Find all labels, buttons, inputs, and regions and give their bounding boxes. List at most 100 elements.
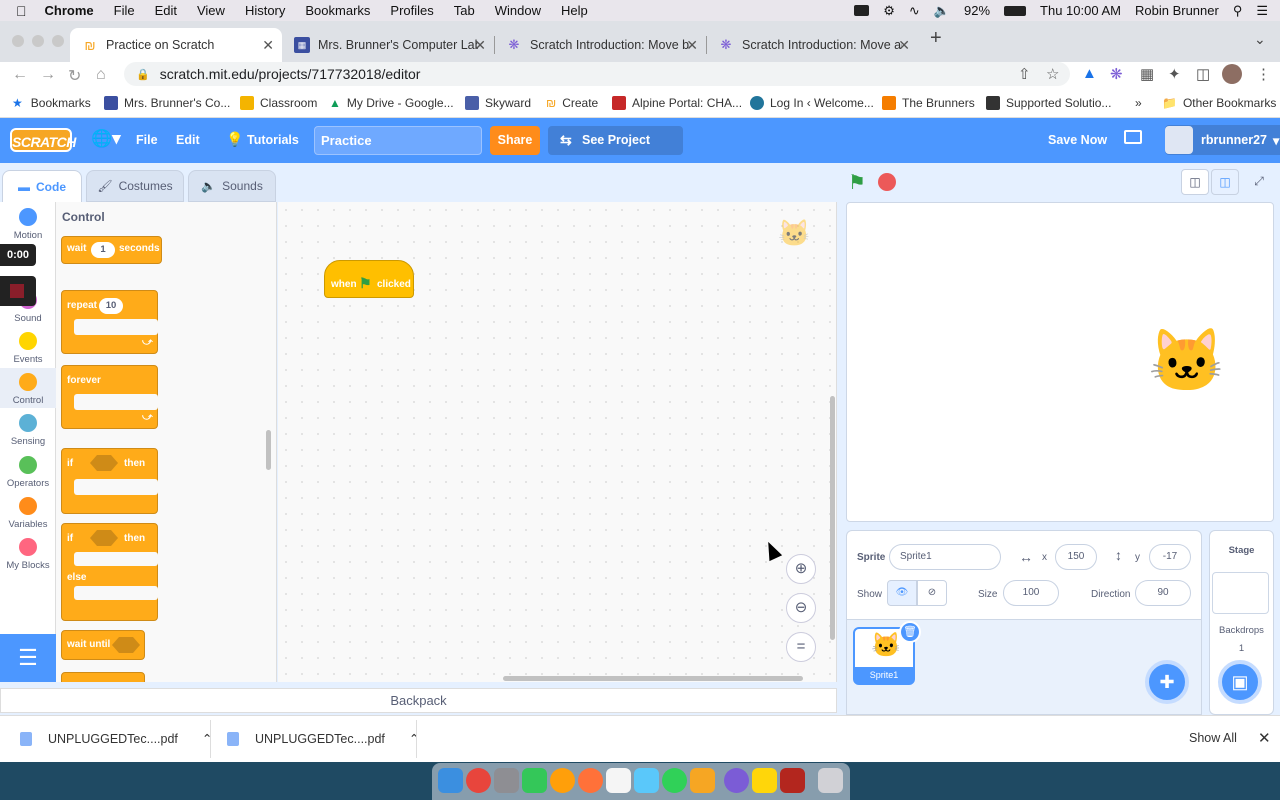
profile-avatar[interactable] — [1222, 64, 1242, 84]
block-forever[interactable]: forever ⤻ — [61, 365, 158, 429]
bookmark-other-bookmarks[interactable]: 📁 Other Bookmarks — [1162, 96, 1276, 110]
facetime-icon[interactable] — [522, 768, 547, 793]
address-bar[interactable]: 🔒 scratch.mit.edu/projects/717732018/edi… — [124, 62, 1070, 86]
cat-sprite-icon[interactable]: 🐱 — [1148, 325, 1225, 398]
bookmark-star-icon[interactable]: ☆ — [1046, 65, 1059, 83]
bookmark-supported-solutions[interactable]: Supported Solutio... — [986, 96, 1111, 110]
code-workspace[interactable]: when ⚑ clicked 🐱 ⊕ ⊖ = — [278, 202, 837, 682]
condition-slot[interactable] — [112, 637, 140, 653]
preview-icon[interactable] — [634, 768, 659, 793]
show-visible-button[interactable]: 👁 — [887, 580, 917, 606]
battery-percent[interactable]: 92% — [964, 3, 990, 18]
category-motion[interactable]: Motion — [0, 208, 56, 241]
menu-edit-scratch[interactable]: Edit — [176, 133, 200, 147]
scratch-extension-icon[interactable]: ❋ — [1110, 65, 1123, 83]
normal-stage-button[interactable]: ◫ — [1211, 169, 1239, 195]
chrome-icon[interactable] — [466, 768, 491, 793]
url-text[interactable]: scratch.mit.edu/projects/717732018/edito… — [160, 66, 421, 82]
stickies-icon[interactable] — [752, 768, 777, 793]
tab-computer-lab[interactable]: ▦ Mrs. Brunner's Computer Lab ✕ — [282, 28, 494, 62]
close-tab-icon[interactable]: ✕ — [262, 37, 274, 54]
download-item[interactable]: UNPLUGGEDTec....pdf ⌃ — [20, 731, 212, 746]
lock-icon[interactable]: 🔒 — [136, 68, 150, 81]
launchpad-icon[interactable] — [494, 768, 519, 793]
gear-status-icon[interactable]: ⚙ — [883, 3, 895, 19]
scratch-sun-app-icon[interactable] — [724, 768, 749, 793]
category-operators[interactable]: Operators — [0, 456, 56, 489]
spotlight-search-icon[interactable]: ⚲ — [1233, 3, 1243, 19]
bookmark-classroom[interactable]: Classroom — [240, 96, 317, 110]
add-extension-button[interactable]: ☰ — [0, 634, 56, 682]
category-my-blocks[interactable]: My Blocks — [0, 538, 56, 571]
full-screen-button[interactable]: ⤢ — [1245, 169, 1273, 195]
condition-slot[interactable] — [90, 530, 118, 546]
chrome-menu-icon[interactable]: ⋮ — [1256, 65, 1271, 83]
tab-scratch-intro-back[interactable]: ❋ Scratch Introduction: Move bac ✕ — [494, 28, 706, 62]
photos-icon[interactable] — [550, 768, 575, 793]
sprite-name-input[interactable]: Sprite1 — [889, 544, 1001, 570]
y-position-input[interactable]: -17 — [1149, 544, 1191, 570]
menu-help[interactable]: Help — [561, 3, 588, 18]
block-wait-seconds[interactable]: wait 1 seconds — [61, 236, 162, 264]
close-tab-icon[interactable]: ✕ — [686, 37, 698, 54]
back-arrow-icon[interactable]: ← — [12, 66, 28, 84]
tab-code[interactable]: ▬ Code — [2, 170, 82, 202]
puzzle-extensions-icon[interactable]: ✦ — [1168, 65, 1181, 83]
stage-thumbnail[interactable] — [1212, 572, 1269, 614]
block-if-then-else[interactable]: if then else — [61, 523, 158, 621]
condition-slot[interactable] — [90, 455, 118, 471]
zoom-in-button[interactable]: ⊕ — [786, 554, 816, 584]
apple-icon[interactable]:  — [16, 3, 27, 19]
scratch-app-icon[interactable] — [690, 768, 715, 793]
scratch-logo[interactable]: SCRATCH — [10, 128, 76, 152]
side-panel-icon[interactable]: ◫ — [1196, 65, 1210, 83]
reload-icon[interactable]: ↻ — [68, 66, 81, 86]
notes-icon[interactable] — [606, 768, 631, 793]
show-all-downloads-button[interactable]: Show All — [1189, 731, 1237, 745]
control-center-icon[interactable]: ☰ — [1256, 3, 1268, 19]
status-icon[interactable] — [854, 5, 870, 16]
backpack[interactable]: Backpack — [0, 688, 837, 713]
menu-tab[interactable]: Tab — [454, 3, 475, 18]
forward-arrow-icon[interactable]: → — [40, 66, 56, 84]
block-repeat-until-partial[interactable] — [61, 672, 145, 682]
zoom-reset-button[interactable]: = — [786, 632, 816, 662]
tab-practice-on-scratch[interactable]: ₪ Practice on Scratch ✕ — [70, 28, 282, 62]
project-title-input[interactable]: Practice — [314, 126, 482, 155]
volume-icon[interactable]: 🔈 — [934, 3, 950, 19]
app-menu-chrome[interactable]: Chrome — [45, 3, 94, 18]
stop-button[interactable] — [878, 173, 896, 191]
bookmark-bookmarks[interactable]: ★ Bookmarks — [12, 96, 91, 110]
menu-profiles[interactable]: Profiles — [390, 3, 433, 18]
tab-costumes[interactable]: 🖌 Costumes — [86, 170, 184, 202]
workspace-horizontal-scrollbar[interactable] — [503, 676, 803, 681]
block-if-then[interactable]: if then — [61, 448, 158, 514]
menu-history[interactable]: History — [245, 3, 285, 18]
block-when-flag-clicked[interactable]: when ⚑ clicked — [324, 260, 414, 298]
save-now-button[interactable]: Save Now — [1048, 133, 1107, 147]
block-wait-until[interactable]: wait until — [61, 630, 145, 660]
choose-sprite-button[interactable]: ✚ — [1145, 660, 1189, 704]
drive-extension-icon[interactable]: ▲ — [1082, 65, 1097, 82]
globe-language-icon[interactable]: 🌐▾ — [91, 129, 121, 149]
palette-scrollbar[interactable] — [266, 430, 271, 470]
workspace-vertical-scrollbar[interactable] — [830, 396, 835, 640]
bookmark-my-drive[interactable]: ▲ My Drive - Google... — [329, 96, 454, 110]
maximize-window-button[interactable] — [52, 35, 64, 47]
see-project-page-button[interactable]: ⇆ See Project Page — [548, 126, 683, 176]
trash-dock-icon[interactable] — [818, 768, 843, 793]
delete-sprite-button[interactable]: 🗑 — [899, 621, 921, 643]
size-input[interactable]: 100 — [1003, 580, 1059, 606]
zoom-out-button[interactable]: ⊖ — [786, 593, 816, 623]
tab-sounds[interactable]: 🔈 Sounds — [188, 170, 276, 202]
tab-search-chevron-icon[interactable]: ⌄ — [1254, 31, 1266, 48]
menu-tutorials[interactable]: Tutorials — [247, 133, 299, 147]
bookmarks-overflow-button[interactable]: » — [1135, 96, 1142, 110]
menu-bookmarks[interactable]: Bookmarks — [305, 3, 370, 18]
block-repeat[interactable]: repeat 10 ⤻ — [61, 290, 158, 354]
firefox-icon[interactable] — [578, 768, 603, 793]
repeat-count-input[interactable]: 10 — [99, 298, 123, 314]
menu-file[interactable]: File — [114, 3, 135, 18]
menu-edit[interactable]: Edit — [155, 3, 177, 18]
bookmark-log-in[interactable]: Log In ‹ Welcome... — [750, 96, 874, 110]
